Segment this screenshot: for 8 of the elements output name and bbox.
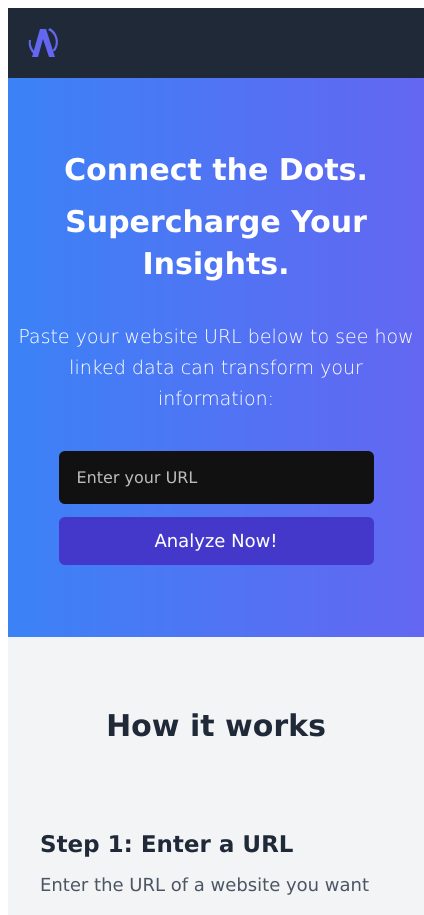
hero-title: Connect the Dots.: [63, 152, 369, 190]
hero-subtitle: Paste your website URL below to see how linked data can transform your information:: [17, 325, 415, 412]
url-input-field[interactable]: Enter your URL: [58, 451, 374, 504]
step-title: Step 1: Enter a URL: [40, 832, 294, 858]
step-text: Enter the URL of a website you want: [40, 874, 370, 898]
analyze-button[interactable]: Analyze Now!: [58, 517, 374, 565]
section-title: How it works: [105, 709, 327, 744]
hero-title: Supercharge Your Insights.: [64, 204, 368, 284]
